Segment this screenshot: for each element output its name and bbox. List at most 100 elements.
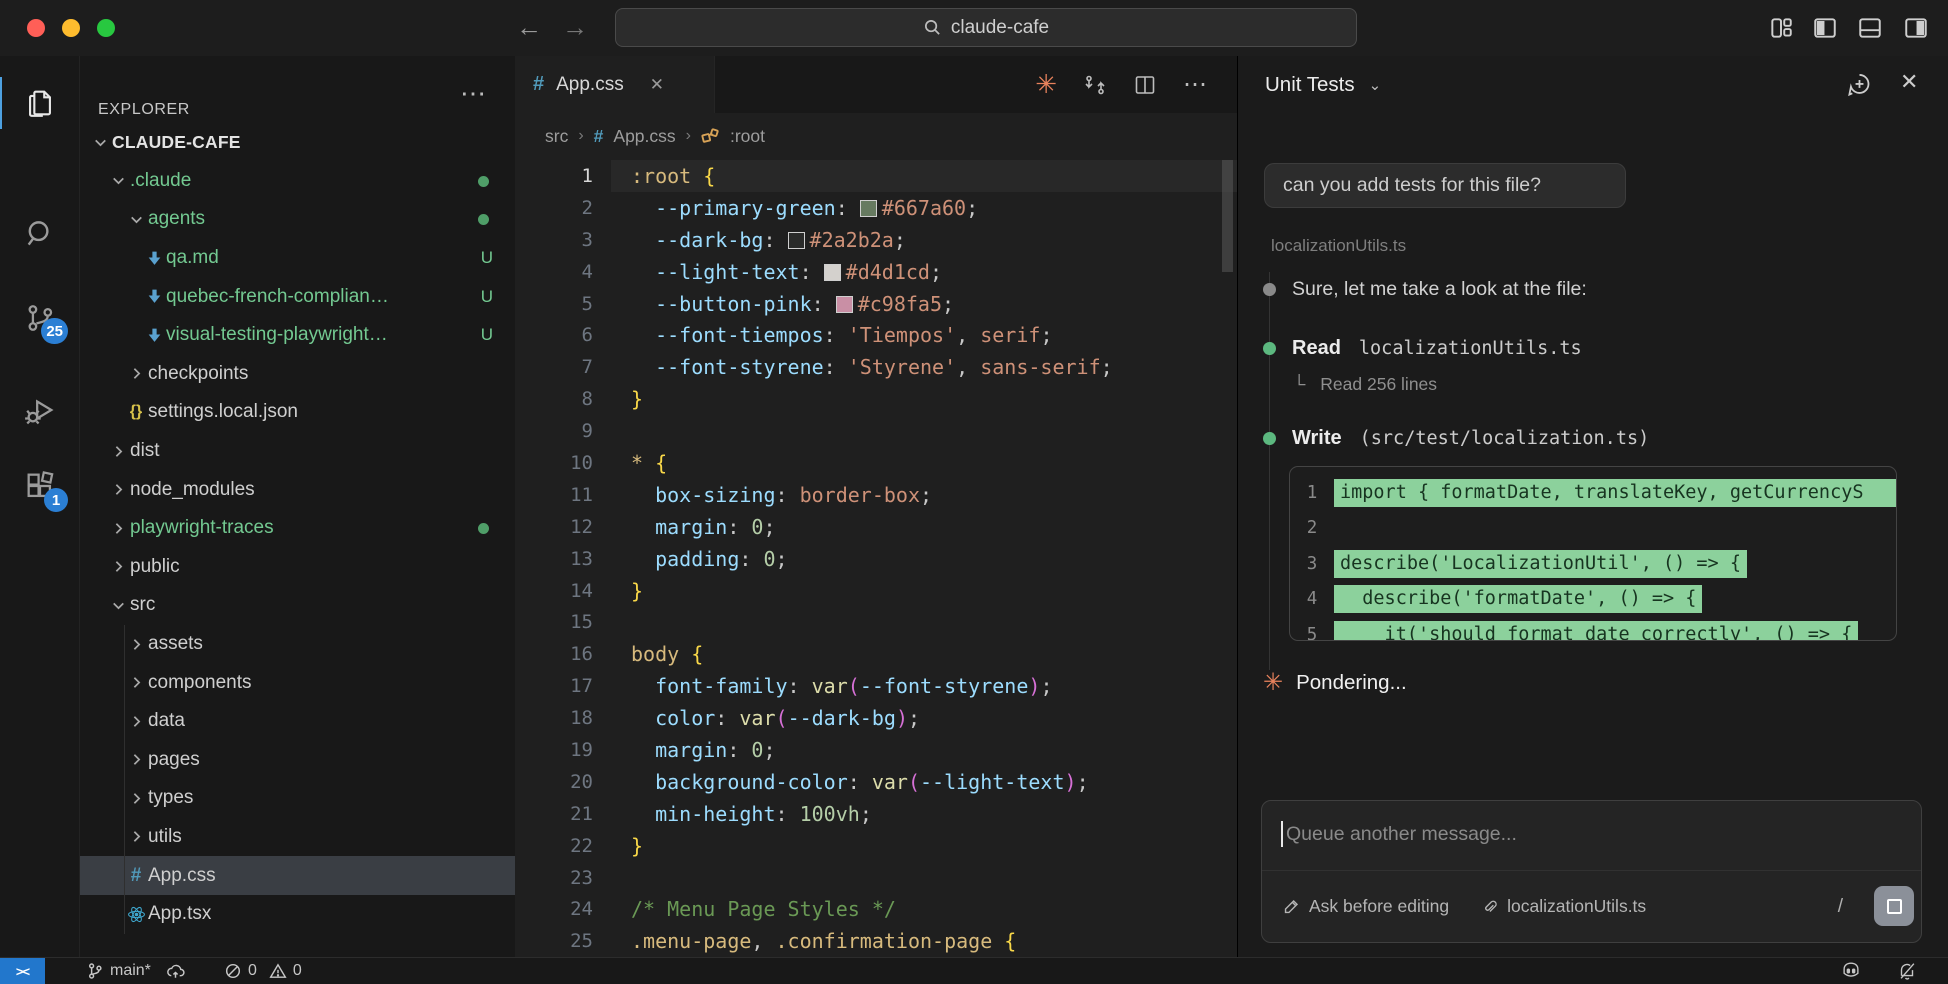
write-tool-row[interactable]: Write (src/test/localization.ts) [1238,427,1918,450]
tree-item-playwright-traces[interactable]: playwright-traces [80,509,515,548]
tab-close-icon[interactable]: ✕ [650,75,664,95]
code-line-4[interactable]: 4 --light-text: #d4d1cd; [515,256,1237,288]
code-line-11[interactable]: 11 box-sizing: border-box; [515,479,1237,511]
code-line-2[interactable]: 2 --primary-green: #667a60; [515,192,1237,224]
chevron-right-icon[interactable] [124,790,148,807]
tree-item-agents[interactable]: agents [80,200,515,239]
tree-item-pages[interactable]: pages [80,741,515,780]
editor-more-actions-icon[interactable]: ⋯ [1183,70,1207,99]
open-changes-icon[interactable] [1083,73,1107,97]
chat-input-container[interactable]: Queue another message... Ask before edit… [1261,800,1922,943]
code-line-20[interactable]: 20 background-color: var(--light-text); [515,766,1237,798]
run-debug-view-icon[interactable] [0,378,80,442]
tree-item-quebec-french-complian-[interactable]: quebec-french-complian…U [80,277,515,316]
color-swatch[interactable] [788,232,805,249]
new-chat-icon[interactable] [1846,71,1873,98]
code-line-17[interactable]: 17 font-family: var(--font-styrene); [515,670,1237,702]
extensions-view-icon[interactable]: 1 [0,454,80,518]
chat-title[interactable]: Unit Tests [1265,73,1355,97]
chevron-down-icon[interactable]: ⌄ [1369,76,1382,94]
slash-commands-hint[interactable]: / [1838,896,1843,918]
code-line-21[interactable]: 21 min-height: 100vh; [515,798,1237,830]
chevron-right-icon[interactable] [124,713,148,730]
chevron-right-icon[interactable] [124,636,148,653]
tree-item-src[interactable]: src [80,586,515,625]
read-tool-row[interactable]: Read localizationUtils.ts [1238,337,1918,360]
code-line-13[interactable]: 13 padding: 0; [515,543,1237,575]
chevron-right-icon[interactable] [124,751,148,768]
nav-forward-button[interactable]: → [558,12,592,43]
breadcrumb-src[interactable]: src [545,126,568,147]
toggle-secondary-sidebar-icon[interactable] [1903,15,1929,41]
chevron-right-icon[interactable] [106,481,130,498]
stop-button[interactable] [1874,886,1914,926]
code-line-6[interactable]: 6 --font-tiempos: 'Tiempos', serif; [515,319,1237,351]
tree-item-utils[interactable]: utils [80,818,515,857]
tree-item-visual-testing-playwright-[interactable]: visual-testing-playwright…U [80,316,515,355]
code-line-1[interactable]: 1:root { [515,160,1237,192]
chevron-right-icon[interactable] [106,520,130,537]
tab-app-css[interactable]: # App.css ✕ [515,56,715,113]
code-line-3[interactable]: 3 --dark-bg: #2a2b2a; [515,224,1237,256]
code-line-12[interactable]: 12 margin: 0; [515,511,1237,543]
tree-item--claude[interactable]: .claude [80,162,515,201]
tree-item-node-modules[interactable]: node_modules [80,470,515,509]
code-line-7[interactable]: 7 --font-styrene: 'Styrene', sans-serif; [515,351,1237,383]
chevron-right-icon[interactable] [124,365,148,382]
tree-item-public[interactable]: public [80,548,515,587]
explorer-more-actions-icon[interactable]: ⋯ [460,78,486,109]
close-panel-icon[interactable]: ✕ [1900,69,1918,95]
tree-item-app-css[interactable]: #App.css [80,856,515,895]
chevron-down-icon[interactable] [88,134,112,151]
chevron-right-icon[interactable] [106,558,130,575]
breadcrumb[interactable]: src › # App.css › :root [545,113,765,159]
color-swatch[interactable] [836,296,853,313]
nav-back-button[interactable]: ← [512,12,546,43]
source-control-view-icon[interactable]: 25 [0,286,80,350]
tree-item-assets[interactable]: assets [80,625,515,664]
customize-layout-icon[interactable] [1768,15,1794,41]
code-line-8[interactable]: 8} [515,383,1237,415]
color-swatch[interactable] [824,264,841,281]
explorer-view-icon[interactable] [0,71,80,135]
chevron-down-icon[interactable] [106,597,130,614]
breadcrumb-file[interactable]: App.css [613,126,675,147]
chevron-right-icon[interactable] [124,674,148,691]
code-line-25[interactable]: 25.menu-page, .confirmation-page { [515,925,1237,957]
tree-item-types[interactable]: types [80,779,515,818]
code-line-15[interactable]: 15 [515,606,1237,638]
tree-item-qa-md[interactable]: qa.mdU [80,239,515,278]
toggle-panel-icon[interactable] [1857,15,1883,41]
color-swatch[interactable] [860,200,877,217]
command-center-search[interactable]: claude-cafe [615,8,1357,47]
window-minimize-button[interactable] [62,19,80,37]
diff-code-block[interactable]: 1import { formatDate, translateKey, getC… [1289,466,1897,641]
code-line-18[interactable]: 18 color: var(--dark-bg); [515,702,1237,734]
tree-item-claude-cafe[interactable]: CLAUDE-CAFE [80,123,515,162]
git-branch-item[interactable]: main* [86,958,186,984]
tree-item-components[interactable]: components [80,663,515,702]
tree-item-settings-local-json[interactable]: {}settings.local.json [80,393,515,432]
search-view-icon[interactable] [0,202,80,266]
copilot-status-item[interactable] [1840,958,1862,984]
chevron-right-icon[interactable] [124,828,148,845]
tree-item-app-tsx[interactable]: App.tsx [80,895,515,934]
claude-code-icon[interactable]: ✳ [1035,69,1057,100]
editor-scrollbar[interactable] [1222,160,1233,272]
attached-file-chip[interactable]: localizationUtils.ts [1481,896,1646,917]
chevron-right-icon[interactable] [106,443,130,460]
code-line-5[interactable]: 5 --button-pink: #c98fa5; [515,288,1237,320]
chevron-down-icon[interactable] [124,211,148,228]
code-line-22[interactable]: 22} [515,830,1237,862]
tree-item-checkpoints[interactable]: checkpoints [80,355,515,394]
toggle-primary-sidebar-icon[interactable] [1812,15,1838,41]
code-line-16[interactable]: 16body { [515,638,1237,670]
code-line-14[interactable]: 14} [515,575,1237,607]
code-line-9[interactable]: 9 [515,415,1237,447]
remote-indicator[interactable]: >< [0,958,45,984]
window-zoom-button[interactable] [97,19,115,37]
window-close-button[interactable] [27,19,45,37]
notifications-item[interactable] [1896,958,1918,984]
message-input[interactable]: Queue another message... [1281,821,1517,847]
tree-item-data[interactable]: data [80,702,515,741]
